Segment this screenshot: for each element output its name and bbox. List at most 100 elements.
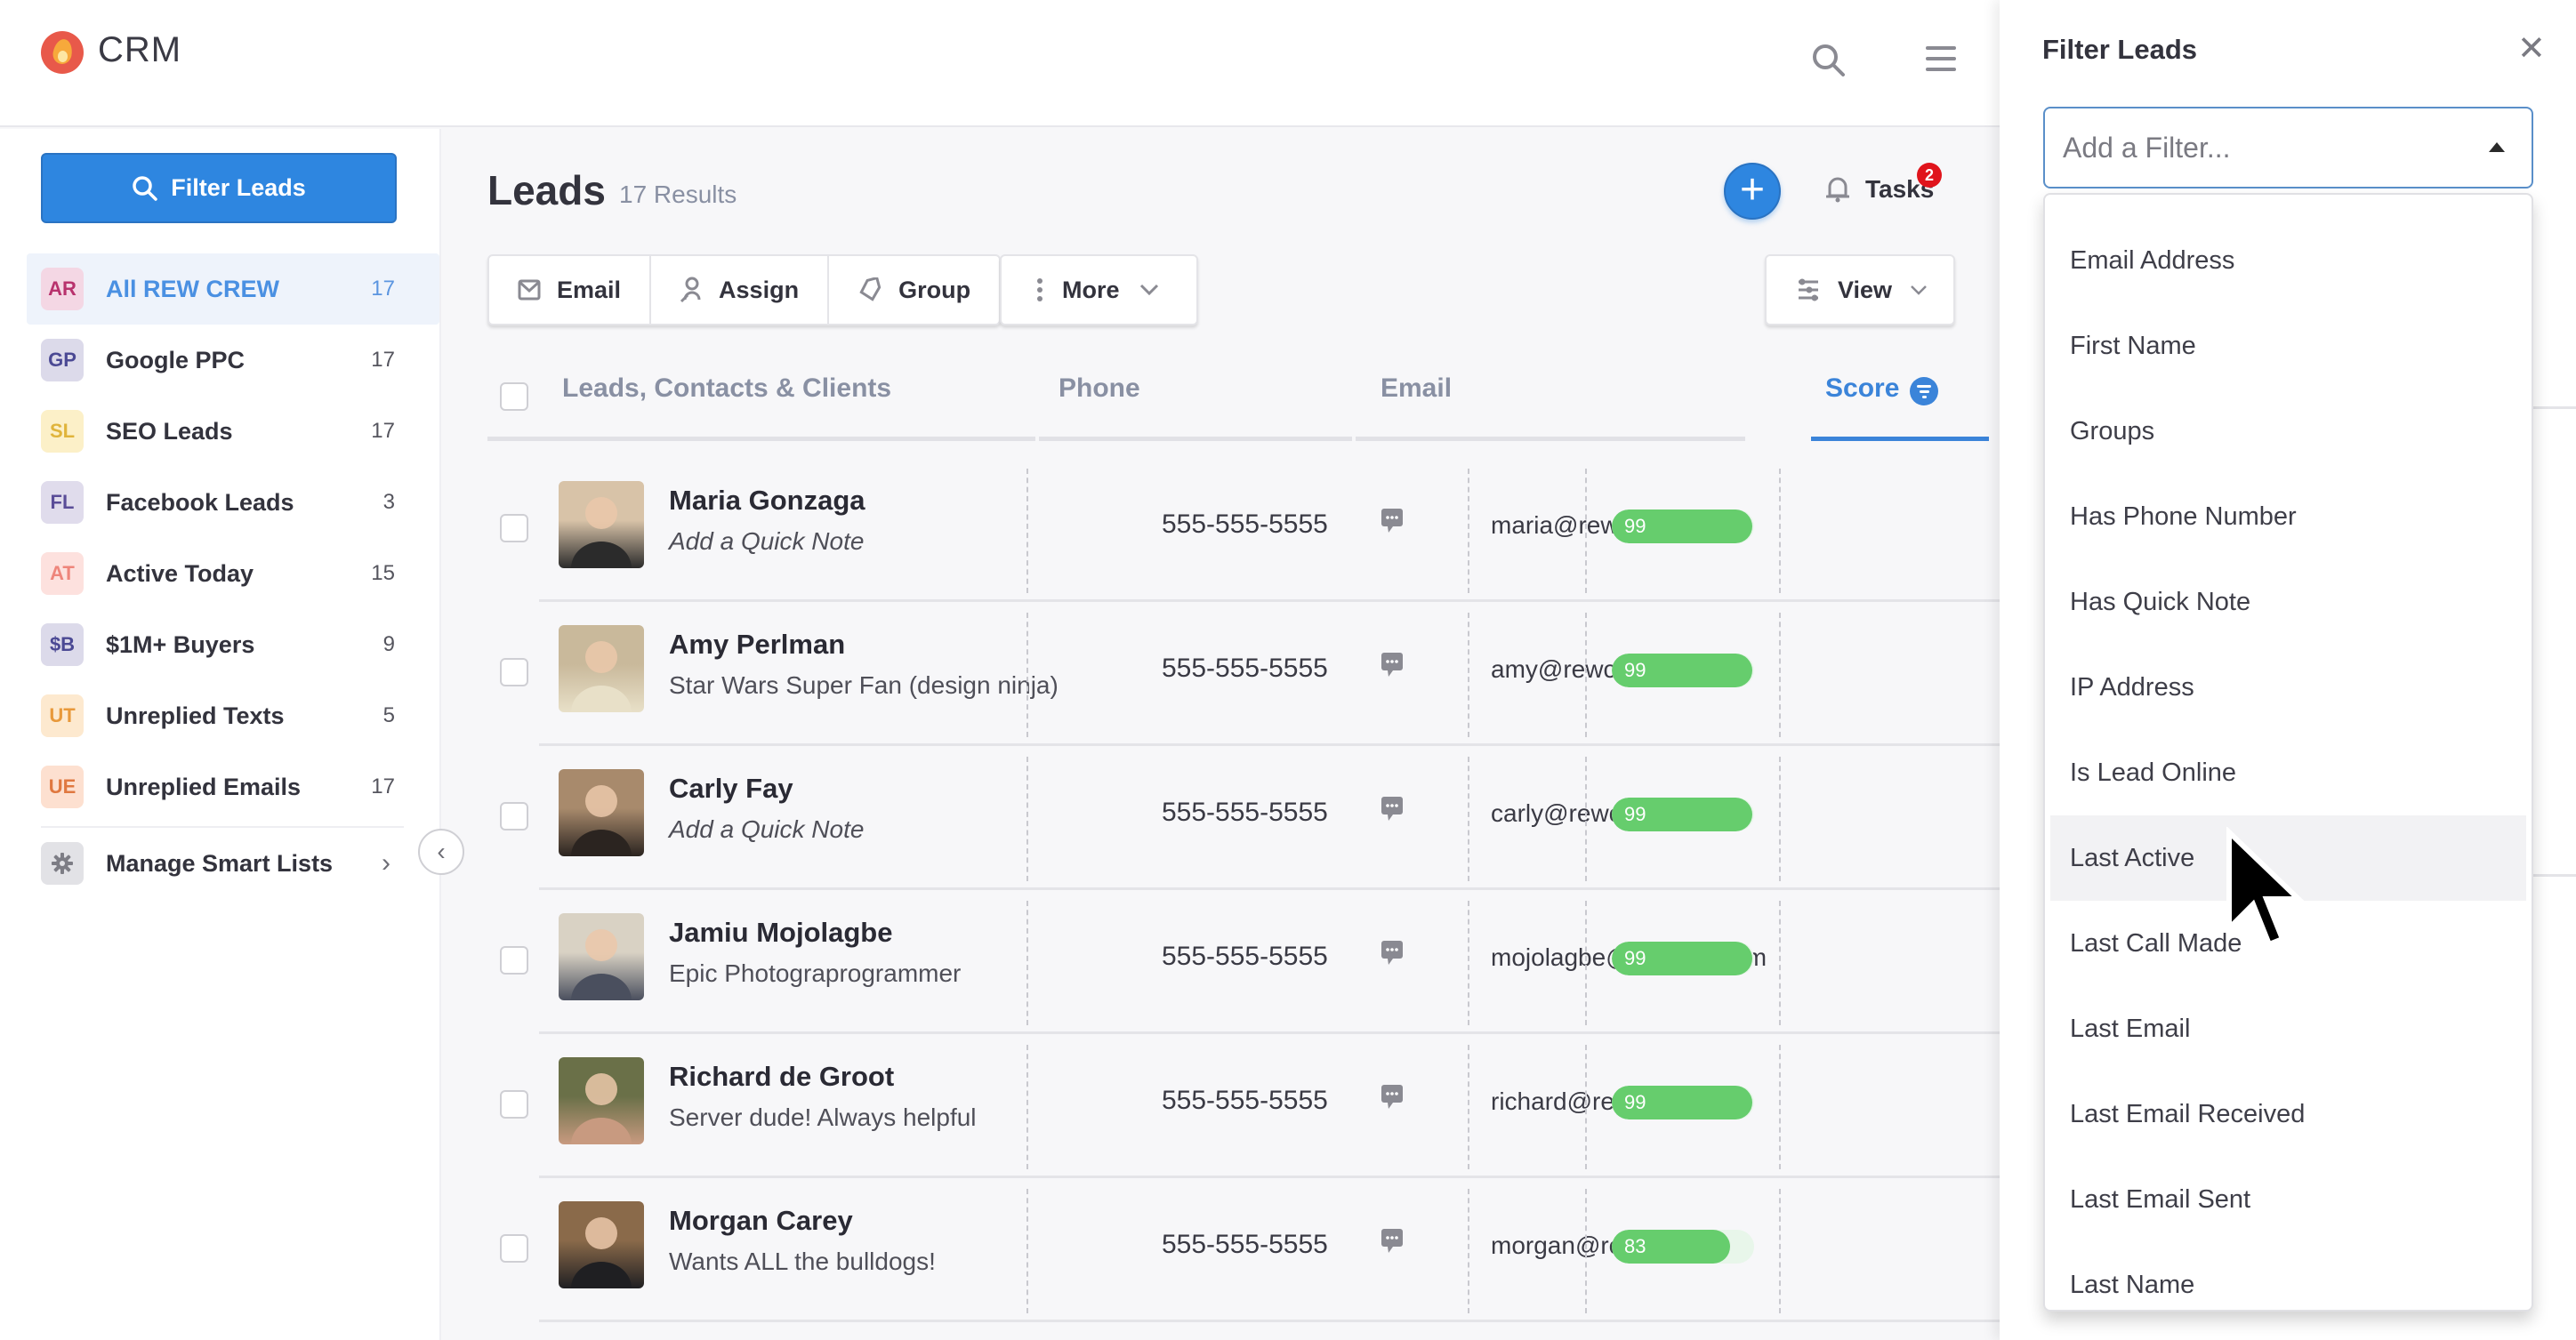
table-row[interactable]: Carly Fay Add a Quick Note 555-555-5555 car… (500, 746, 2000, 890)
sidebar: Filter Leads AR All REW CREW 17 GP Google PP… (0, 129, 441, 1340)
sidebar-item-smart-list[interactable]: UT Unreplied Texts 5 (27, 680, 439, 751)
quick-note[interactable]: Add a Quick Note (669, 815, 864, 844)
row-checkbox[interactable] (500, 1090, 528, 1119)
filter-option[interactable]: First Name (2050, 303, 2526, 389)
column-header-score[interactable]: Score (1811, 356, 1989, 441)
table-row[interactable]: Morgan Carey Wants ALL the bulldogs! 555-5… (500, 1178, 2000, 1322)
row-checkbox[interactable] (500, 1234, 528, 1263)
column-header-phone[interactable]: Phone (1039, 356, 1352, 441)
row-checkbox[interactable] (500, 946, 528, 975)
sort-filter-icon[interactable] (1910, 377, 1939, 405)
collapse-sidebar-button[interactable]: ‹ (418, 829, 464, 875)
phone-number[interactable]: 555-555-5555 (1162, 510, 1328, 540)
group-button[interactable]: Group (829, 256, 999, 324)
main-content: Leads 17 Results + Tasks 2 Email Assign (443, 129, 2000, 1340)
quick-note[interactable]: Star Wars Super Fan (design ninja) (669, 671, 1059, 700)
filter-option[interactable]: Is Lead Online (2050, 730, 2526, 815)
column-header-name[interactable]: Leads, Contacts & Clients (562, 356, 1035, 441)
add-lead-button[interactable]: + (1724, 163, 1781, 220)
close-icon[interactable]: ✕ (2517, 32, 2546, 66)
row-checkbox[interactable] (500, 658, 528, 686)
hamburger-menu-icon[interactable] (1926, 46, 1956, 73)
filter-option[interactable]: Groups (2050, 389, 2526, 474)
search-icon[interactable] (1811, 43, 1847, 78)
text-message-icon[interactable] (1381, 652, 1404, 678)
sidebar-item-smart-list[interactable]: AR All REW CREW 17 (27, 253, 439, 325)
phone-number[interactable]: 555-555-5555 (1162, 1086, 1328, 1116)
avatar[interactable] (559, 1057, 644, 1144)
assign-button[interactable]: Assign (651, 256, 830, 324)
filter-option[interactable]: Email Address (2050, 218, 2526, 303)
email-button[interactable]: Email (489, 256, 652, 324)
text-message-icon[interactable] (1381, 940, 1404, 967)
filter-option[interactable]: Last Email (2050, 986, 2526, 1071)
smart-list-count: 5 (382, 703, 395, 727)
column-separator (1468, 469, 1469, 593)
score-value: 99 (1624, 803, 1646, 825)
sidebar-item-smart-list[interactable]: $B $1M+ Buyers 9 (27, 609, 439, 680)
text-message-icon[interactable] (1381, 796, 1404, 822)
text-message-icon[interactable] (1381, 508, 1404, 534)
table-row[interactable]: Amy Perlman Star Wars Super Fan (design n… (500, 602, 2000, 746)
phone-number[interactable]: 555-555-5555 (1162, 942, 1328, 972)
filter-option[interactable]: Last Email Sent (2050, 1157, 2526, 1242)
column-separator (1468, 757, 1469, 881)
table-row[interactable]: Maria Gonzaga Add a Quick Note 555-555-555… (500, 458, 2000, 602)
filter-option[interactable]: IP Address (2050, 645, 2526, 730)
row-checkbox[interactable] (500, 514, 528, 542)
smart-list-label: Unreplied Texts (106, 702, 285, 729)
table-row[interactable]: Jamiu Mojolagbe Epic Photograprogrammer 55… (500, 890, 2000, 1034)
filter-option[interactable]: Has Quick Note (2050, 559, 2526, 645)
lead-name[interactable]: Maria Gonzaga (669, 485, 865, 517)
filter-option[interactable]: Last Name (2050, 1242, 2526, 1328)
smart-list-count: 15 (371, 561, 395, 585)
lead-name[interactable]: Amy Perlman (669, 629, 845, 661)
sidebar-item-smart-list[interactable]: UE Unreplied Emails 17 (27, 751, 439, 822)
smart-list-count: 17 (371, 277, 395, 301)
sidebar-item-smart-list[interactable]: GP Google PPC 17 (27, 325, 439, 396)
column-separator (1026, 1189, 1028, 1313)
more-button[interactable]: More (1000, 254, 1198, 325)
lead-name[interactable]: Richard de Groot (669, 1061, 894, 1093)
text-message-icon[interactable] (1381, 1084, 1404, 1111)
table-row[interactable]: Richard de Groot Server dude! Always help… (500, 1034, 2000, 1178)
select-all-checkbox[interactable] (500, 382, 528, 411)
phone-number[interactable]: 555-555-5555 (1162, 798, 1328, 828)
column-separator (1585, 613, 1587, 737)
avatar[interactable] (559, 625, 644, 712)
quick-note[interactable]: Server dude! Always helpful (669, 1103, 977, 1132)
sidebar-item-smart-list[interactable]: SL SEO Leads 17 (27, 396, 439, 467)
avatar[interactable] (559, 769, 644, 856)
manage-smart-lists-button[interactable]: Manage Smart Lists › (27, 828, 439, 899)
add-filter-select[interactable]: Add a Filter... (2043, 107, 2533, 189)
view-button[interactable]: View (1765, 254, 1955, 325)
quick-note[interactable]: Add a Quick Note (669, 527, 864, 556)
column-header-email[interactable]: Email (1356, 356, 1745, 441)
text-message-icon[interactable] (1381, 1228, 1404, 1255)
lead-name[interactable]: Morgan Carey (669, 1205, 853, 1237)
lead-name[interactable]: Carly Fay (669, 773, 793, 805)
avatar[interactable] (559, 481, 644, 568)
score-header-label: Score (1825, 373, 1900, 403)
results-count: 17 Results (619, 181, 737, 208)
smart-list-badge: $B (41, 623, 84, 666)
quick-note[interactable]: Wants ALL the bulldogs! (669, 1248, 936, 1276)
column-separator (1779, 1045, 1781, 1169)
sidebar-item-smart-list[interactable]: FL Facebook Leads 3 (27, 467, 439, 538)
avatar[interactable] (559, 1201, 644, 1288)
sidebar-item-smart-list[interactable]: AT Active Today 15 (27, 538, 439, 609)
row-checkbox[interactable] (500, 802, 528, 830)
filter-option[interactable]: Last Email Received (2050, 1071, 2526, 1157)
phone-number[interactable]: 555-555-5555 (1162, 1230, 1328, 1260)
gear-icon (41, 842, 84, 885)
column-separator (1026, 901, 1028, 1025)
quick-note[interactable]: Epic Photograprogrammer (669, 959, 961, 988)
phone-number[interactable]: 555-555-5555 (1162, 654, 1328, 684)
tasks-button[interactable]: Tasks 2 (1826, 163, 1942, 204)
filter-option[interactable]: Has Phone Number (2050, 474, 2526, 559)
avatar[interactable] (559, 913, 644, 1000)
filter-leads-button[interactable]: Filter Leads (41, 153, 397, 223)
lead-name[interactable]: Jamiu Mojolagbe (669, 917, 892, 949)
smart-list-badge: UE (41, 766, 84, 808)
tasks-count-badge: 2 (1917, 163, 1942, 188)
